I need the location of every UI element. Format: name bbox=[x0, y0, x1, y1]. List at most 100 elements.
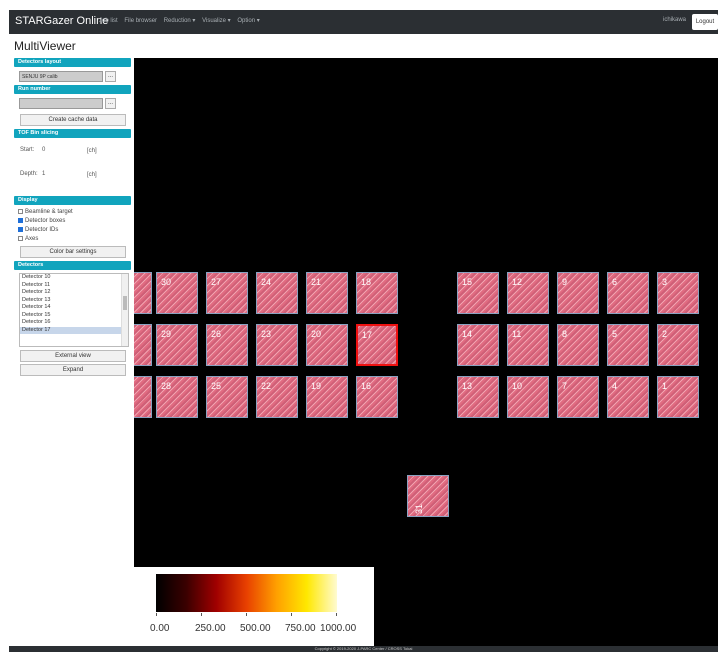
detector-tile-28[interactable]: 28 bbox=[156, 376, 198, 418]
detector-boxes-checkbox[interactable]: Detector boxes bbox=[14, 216, 131, 225]
logout-button[interactable]: Logout bbox=[692, 14, 718, 30]
tof-slicing-header: TOF Bin slicing bbox=[14, 129, 131, 138]
detector-tile-19[interactable]: 19 bbox=[306, 376, 348, 418]
detectors-layout-header: Detectors layout bbox=[14, 58, 131, 67]
color-bar-label: 750.00 bbox=[285, 623, 316, 634]
detector-tile-18[interactable]: 18 bbox=[356, 272, 398, 314]
detector-tile-15[interactable]: 15 bbox=[457, 272, 499, 314]
detectors-layout-browse-button[interactable]: ... bbox=[105, 71, 116, 82]
detector-tile-5[interactable]: 5 bbox=[607, 324, 649, 366]
list-item[interactable]: Detector 12 bbox=[20, 289, 128, 297]
start-label: Start: bbox=[20, 147, 35, 153]
list-scrollbar[interactable] bbox=[121, 274, 128, 346]
detector-tile-29[interactable]: 29 bbox=[156, 324, 198, 366]
detector-id-label: 24 bbox=[261, 277, 272, 287]
detector-tile-6[interactable]: 6 bbox=[607, 272, 649, 314]
detector-tile-17[interactable]: 17 bbox=[356, 324, 398, 366]
detector-id-label: 12 bbox=[512, 277, 523, 287]
detector-tile-1[interactable]: 1 bbox=[657, 376, 699, 418]
scrollbar-thumb[interactable] bbox=[123, 296, 127, 310]
detector-tile-31[interactable]: 31 bbox=[407, 475, 449, 517]
detector-tile-partial[interactable] bbox=[134, 324, 152, 366]
axes-checkbox[interactable]: Axes bbox=[14, 234, 131, 243]
detector-id-label: 17 bbox=[362, 330, 373, 340]
detector-tile-21[interactable]: 21 bbox=[306, 272, 348, 314]
checkbox-box[interactable] bbox=[18, 236, 23, 241]
list-item[interactable]: Detector 10 bbox=[20, 274, 128, 282]
detector-tile-25[interactable]: 25 bbox=[206, 376, 248, 418]
nav-option-menu[interactable]: Option ▾ bbox=[237, 18, 259, 24]
create-cache-button[interactable]: Create cache data bbox=[20, 114, 126, 126]
detector-tile-13[interactable]: 13 bbox=[457, 376, 499, 418]
nav-file-browser[interactable]: File browser bbox=[124, 18, 157, 24]
list-item[interactable]: Detector 15 bbox=[20, 312, 128, 320]
display-header: Display bbox=[14, 196, 131, 205]
list-item[interactable]: Detector 16 bbox=[20, 319, 128, 327]
detector-id-label: 30 bbox=[161, 277, 172, 287]
detector-tile-7[interactable]: 7 bbox=[557, 376, 599, 418]
beamline-target-checkbox[interactable]: Beamline & target bbox=[14, 207, 131, 216]
detector-tile-partial[interactable] bbox=[134, 376, 152, 418]
detector-tile-23[interactable]: 23 bbox=[256, 324, 298, 366]
app-brand[interactable]: STARGazer Online bbox=[15, 15, 108, 27]
detector-tile-11[interactable]: 11 bbox=[507, 324, 549, 366]
detector-id-label: 28 bbox=[161, 381, 172, 391]
depth-label: Depth: bbox=[20, 171, 38, 177]
detector-tile-9[interactable]: 9 bbox=[557, 272, 599, 314]
color-bar-tick bbox=[246, 613, 247, 616]
detector-tile-2[interactable]: 2 bbox=[657, 324, 699, 366]
detector-id-label: 21 bbox=[311, 277, 322, 287]
detector-tile-8[interactable]: 8 bbox=[557, 324, 599, 366]
detector-tile-10[interactable]: 10 bbox=[507, 376, 549, 418]
detector-id-label: 2 bbox=[662, 329, 668, 339]
detector-tile-14[interactable]: 14 bbox=[457, 324, 499, 366]
start-unit: [ch] bbox=[87, 148, 97, 154]
color-bar-tick bbox=[291, 613, 292, 616]
detector-boxes-label: Detector boxes bbox=[25, 217, 66, 224]
detectors-list[interactable]: Detector 10 Detector 11 Detector 12 Dete… bbox=[19, 273, 129, 347]
detector-id-label: 18 bbox=[361, 277, 372, 287]
detector-ids-checkbox[interactable]: Detector IDs bbox=[14, 225, 131, 234]
detector-tile-12[interactable]: 12 bbox=[507, 272, 549, 314]
detector-id-label: 15 bbox=[462, 277, 473, 287]
checkbox-box[interactable] bbox=[18, 218, 23, 223]
checkbox-box[interactable] bbox=[18, 227, 23, 232]
detector-id-label: 23 bbox=[261, 329, 272, 339]
page-title: MultiViewer bbox=[14, 39, 76, 53]
list-item-selected[interactable]: Detector 17 bbox=[20, 326, 128, 334]
list-item[interactable]: Detector 13 bbox=[20, 297, 128, 305]
detector-tile-20[interactable]: 20 bbox=[306, 324, 348, 366]
detector-id-label: 8 bbox=[562, 329, 568, 339]
detector-tile-22[interactable]: 22 bbox=[256, 376, 298, 418]
detector-tile-30[interactable]: 30 bbox=[156, 272, 198, 314]
detector-id-label: 16 bbox=[361, 381, 372, 391]
detector-tile-26[interactable]: 26 bbox=[206, 324, 248, 366]
detectors-header: Detectors bbox=[14, 261, 131, 270]
external-view-button[interactable]: External view bbox=[20, 350, 126, 362]
list-item[interactable]: Detector 11 bbox=[20, 282, 128, 290]
detector-viewer-canvas[interactable]: 30 27 24 21 18 15 12 9 6 3 29 26 23 20 17 14 11 8 5 2 28 25 22… bbox=[134, 58, 718, 652]
expand-button[interactable]: Expand bbox=[20, 364, 126, 376]
run-number-input[interactable] bbox=[19, 98, 103, 109]
detectors-layout-select[interactable]: SENJU 9P calib bbox=[19, 71, 103, 82]
detector-tile-partial[interactable] bbox=[134, 272, 152, 314]
checkbox-box[interactable] bbox=[18, 209, 23, 214]
depth-input[interactable]: 1 bbox=[42, 171, 45, 177]
run-number-browse-button[interactable]: ... bbox=[105, 98, 116, 109]
detector-tile-3[interactable]: 3 bbox=[657, 272, 699, 314]
detector-tile-16[interactable]: 16 bbox=[356, 376, 398, 418]
nav-job-list[interactable]: Job list bbox=[99, 18, 118, 24]
color-bar-label: 250.00 bbox=[195, 623, 226, 634]
color-bar-settings-button[interactable]: Color bar settings bbox=[20, 246, 126, 258]
detector-tile-27[interactable]: 27 bbox=[206, 272, 248, 314]
list-item[interactable]: Detector 14 bbox=[20, 304, 128, 312]
start-input[interactable]: 0 bbox=[42, 147, 45, 153]
run-number-header: Run number bbox=[14, 85, 131, 94]
detector-id-label: 25 bbox=[211, 381, 222, 391]
nav-reduction-menu[interactable]: Reduction ▾ bbox=[164, 18, 196, 24]
detector-id-label: 13 bbox=[462, 381, 473, 391]
detector-tile-24[interactable]: 24 bbox=[256, 272, 298, 314]
depth-unit: [ch] bbox=[87, 172, 97, 178]
nav-visualize-menu[interactable]: Visualize ▾ bbox=[202, 18, 231, 24]
detector-tile-4[interactable]: 4 bbox=[607, 376, 649, 418]
